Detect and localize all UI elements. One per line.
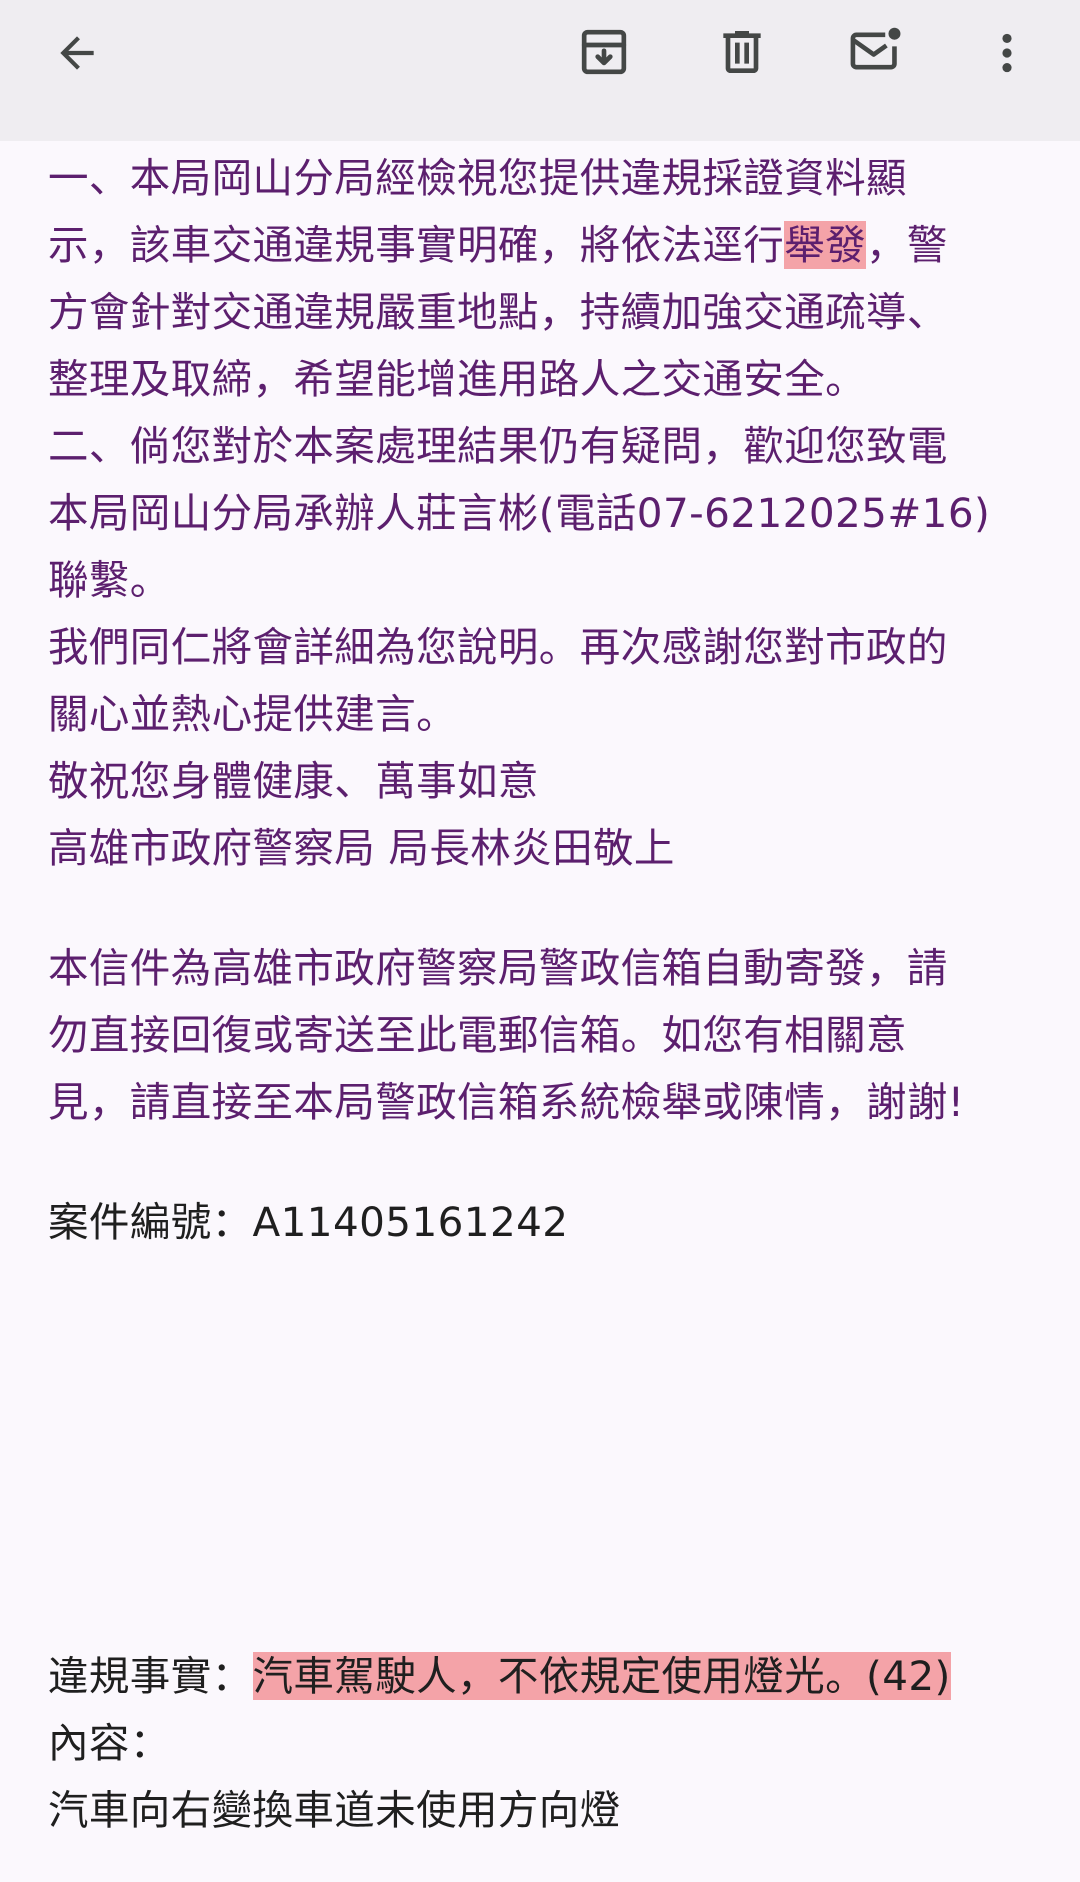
reply-paragraph-2-line-1: 二、倘您對於本案處理結果仍有疑問，歡迎您致電 — [48, 422, 948, 470]
reply-paragraph-2-line-3: 聯繫。 — [48, 556, 171, 604]
auto-notice-line-3: 見，請直接至本局警政信箱系統檢舉或陳情，謝謝! — [48, 1078, 965, 1126]
auto-notice-line-1: 本信件為高雄市政府警察局警政信箱自動寄發，請 — [48, 944, 948, 992]
violation-fact: 違規事實：汽車駕駛人，不依規定使用燈光。(42) — [48, 1643, 951, 1710]
case-number-value: A11405161242 — [252, 1198, 569, 1246]
reply-paragraph-2-line-2: 本局岡山分局承辦人莊言彬(電話07-6212025#16) — [48, 489, 991, 537]
text-segment: 示，該車交通違規事實明確，將依法逕行 — [48, 221, 785, 269]
archive-icon[interactable] — [576, 24, 632, 80]
text-segment: ，警 — [866, 221, 948, 269]
violation-content-label: 內容： — [48, 1719, 171, 1767]
violation-content: 汽車向右變換車道未使用方向燈 — [48, 1786, 621, 1834]
highlighted-keyword: 舉發 — [784, 221, 867, 269]
mail-unread-icon[interactable] — [846, 22, 906, 80]
reply-paragraph-1-line-4: 整理及取締，希望能增進用路人之交通安全。 — [48, 355, 866, 403]
case-number: 案件編號：A11405161242 — [48, 1189, 568, 1256]
reply-paragraph-1-line-3: 方會針對交通違規嚴重地點，持續加強交通疏導、 — [48, 288, 948, 336]
reply-paragraph-1-line-2: 示，該車交通違規事實明確，將依法逕行舉發，警 — [48, 212, 948, 279]
signature: 高雄市政府警察局 局長林炎田敬上 — [48, 824, 675, 872]
auto-notice-line-2: 勿直接回復或寄送至此電郵信箱。如您有相關意 — [48, 1011, 907, 1059]
reply-paragraph-1-line-1: 一、本局岡山分局經檢視您提供違規採證資料顯 — [48, 154, 907, 202]
violation-fact-value: 汽車駕駛人，不依規定使用燈光。(42) — [252, 1652, 951, 1700]
reply-paragraph-3-line-2: 關心並熱心提供建言。 — [48, 690, 457, 738]
case-number-label: 案件編號： — [48, 1198, 253, 1246]
trash-icon[interactable] — [714, 24, 770, 80]
app-toolbar — [0, 0, 1080, 141]
greeting: 敬祝您身體健康、萬事如意 — [48, 757, 539, 805]
violation-fact-label: 違規事實： — [48, 1652, 253, 1700]
reply-paragraph-3-line-1: 我們同仁將會詳細為您說明。再次感謝您對市政的 — [48, 623, 948, 671]
arrow-left-icon[interactable] — [52, 28, 102, 78]
more-vert-icon[interactable] — [982, 26, 1032, 80]
